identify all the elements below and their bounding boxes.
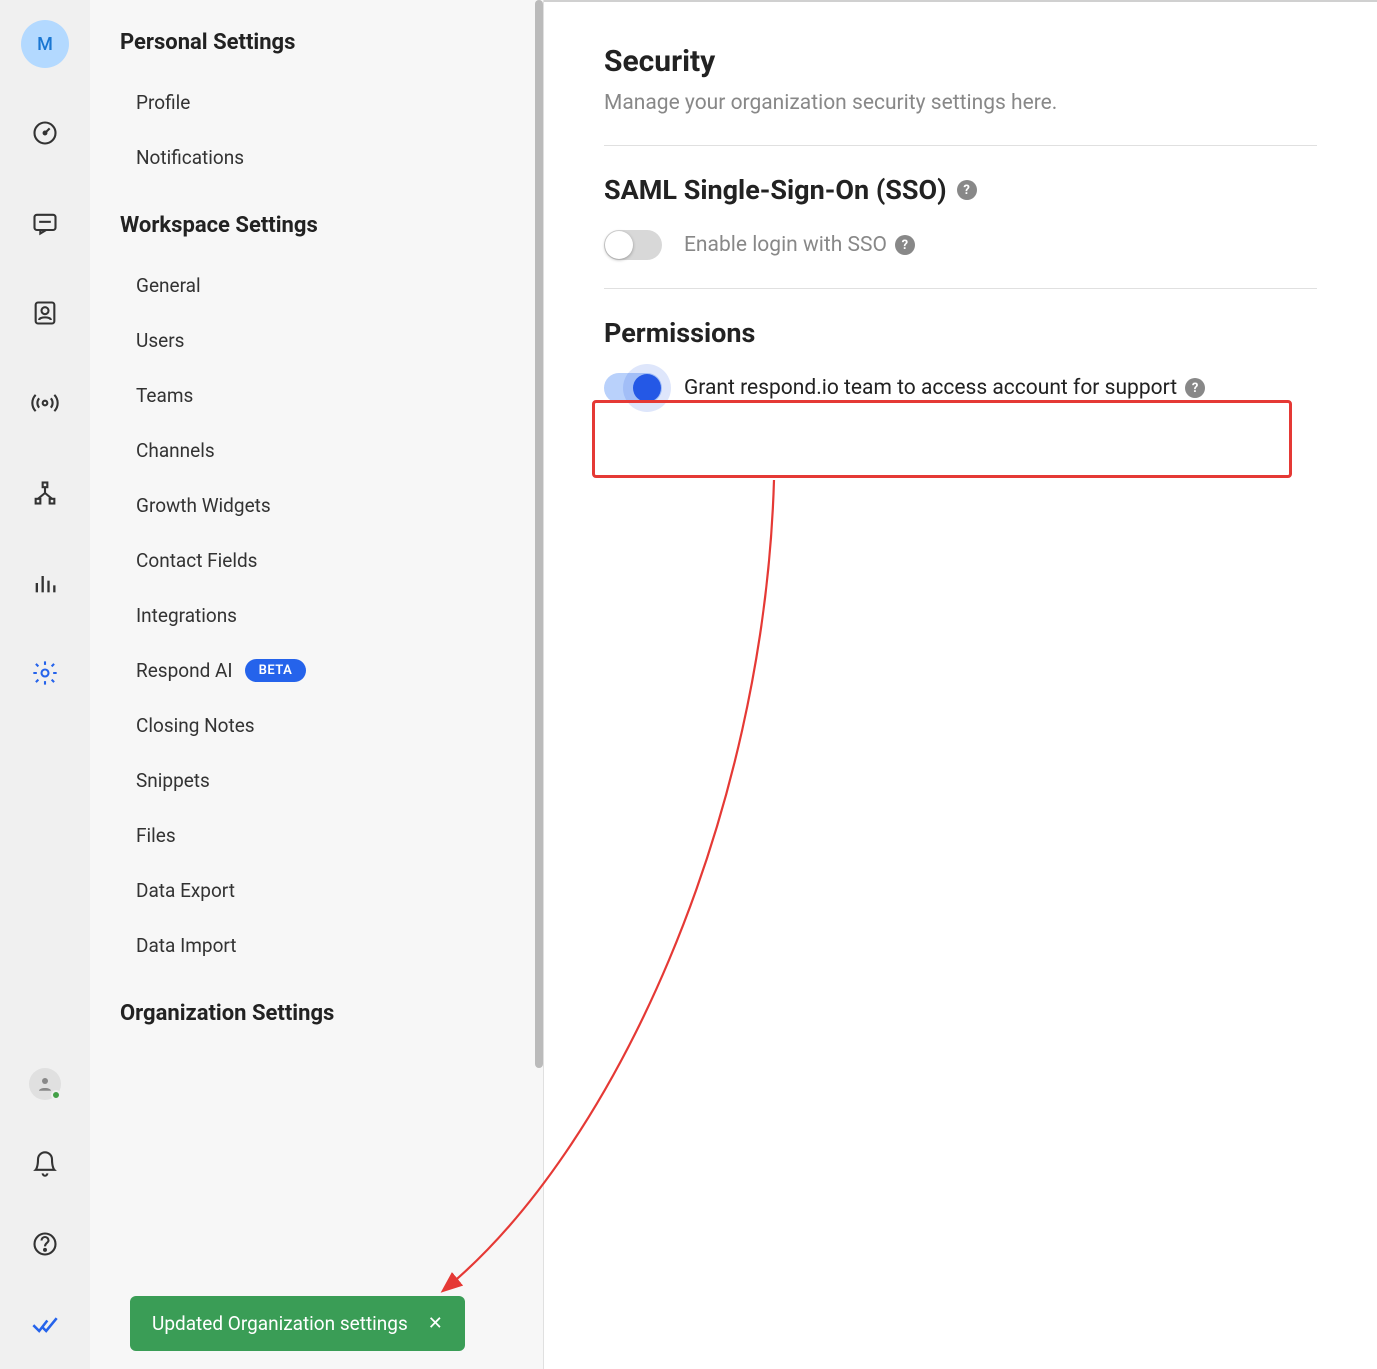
main-content: Security Manage your organization securi… bbox=[544, 0, 1377, 1369]
sidebar-item-channels[interactable]: Channels bbox=[120, 423, 543, 478]
settings-group-title: Organization Settings bbox=[120, 1001, 543, 1026]
help-icon[interactable]: ? bbox=[1185, 378, 1205, 398]
contacts-icon[interactable] bbox=[20, 288, 70, 338]
divider bbox=[604, 145, 1317, 146]
toast-message: Updated Organization settings bbox=[152, 1312, 408, 1335]
user-status-icon[interactable] bbox=[20, 1059, 70, 1109]
broadcast-icon[interactable] bbox=[20, 378, 70, 428]
sidebar-item-growth-widgets[interactable]: Growth Widgets bbox=[120, 478, 543, 533]
beta-badge: BETA bbox=[245, 659, 307, 682]
annotation-highlight bbox=[592, 400, 1292, 478]
help-icon[interactable]: ? bbox=[957, 180, 977, 200]
sidebar-item-notifications[interactable]: Notifications bbox=[120, 130, 543, 185]
inbox-icon[interactable] bbox=[20, 198, 70, 248]
section-title-permissions: Permissions bbox=[604, 317, 1317, 349]
sso-row: Enable login with SSO ? bbox=[604, 230, 1317, 260]
grant-access-toggle[interactable] bbox=[604, 373, 662, 403]
notifications-bell-icon[interactable] bbox=[20, 1139, 70, 1189]
sidebar-item-users[interactable]: Users bbox=[120, 313, 543, 368]
scrollbar[interactable] bbox=[535, 0, 543, 1369]
page-subtitle: Manage your organization security settin… bbox=[604, 91, 1317, 115]
workflow-icon[interactable] bbox=[20, 468, 70, 518]
toast: Updated Organization settings ✕ bbox=[130, 1296, 465, 1351]
sso-toggle[interactable] bbox=[604, 230, 662, 260]
sidebar-item-files[interactable]: Files bbox=[120, 808, 543, 863]
double-check-icon[interactable] bbox=[20, 1299, 70, 1349]
settings-icon[interactable] bbox=[20, 648, 70, 698]
sidebar-item-profile[interactable]: Profile bbox=[120, 75, 543, 130]
help-icon[interactable] bbox=[20, 1219, 70, 1269]
divider bbox=[604, 288, 1317, 289]
page-title: Security bbox=[604, 44, 1317, 79]
help-icon[interactable]: ? bbox=[895, 235, 915, 255]
avatar-letter: M bbox=[37, 34, 53, 55]
sidebar-item-contact-fields[interactable]: Contact Fields bbox=[120, 533, 543, 588]
settings-sidebar: Personal Settings Profile Notifications … bbox=[90, 0, 544, 1369]
settings-group-title: Workspace Settings bbox=[120, 213, 543, 238]
sidebar-item-snippets[interactable]: Snippets bbox=[120, 753, 543, 808]
settings-group-title: Personal Settings bbox=[120, 30, 543, 55]
sidebar-item-integrations[interactable]: Integrations bbox=[120, 588, 543, 643]
settings-group-personal: Personal Settings Profile Notifications bbox=[120, 30, 543, 185]
permissions-row: Grant respond.io team to access account … bbox=[604, 373, 1317, 403]
settings-group-organization: Organization Settings bbox=[120, 1001, 543, 1026]
dashboard-icon[interactable] bbox=[20, 108, 70, 158]
settings-group-workspace: Workspace Settings General Users Teams C… bbox=[120, 213, 543, 973]
sidebar-item-teams[interactable]: Teams bbox=[120, 368, 543, 423]
sidebar-item-general[interactable]: General bbox=[120, 258, 543, 313]
sidebar-item-data-import[interactable]: Data Import bbox=[120, 918, 543, 973]
section-title-sso: SAML Single-Sign-On (SSO) ? bbox=[604, 174, 1317, 206]
avatar[interactable]: M bbox=[21, 20, 69, 68]
reports-icon[interactable] bbox=[20, 558, 70, 608]
sso-toggle-label: Enable login with SSO ? bbox=[684, 233, 915, 257]
icon-rail: M bbox=[0, 0, 90, 1369]
sidebar-item-closing-notes[interactable]: Closing Notes bbox=[120, 698, 543, 753]
sidebar-item-data-export[interactable]: Data Export bbox=[120, 863, 543, 918]
sidebar-item-respond-ai[interactable]: Respond AI BETA bbox=[120, 643, 543, 698]
toast-close-icon[interactable]: ✕ bbox=[428, 1313, 443, 1334]
grant-access-label: Grant respond.io team to access account … bbox=[684, 376, 1205, 400]
